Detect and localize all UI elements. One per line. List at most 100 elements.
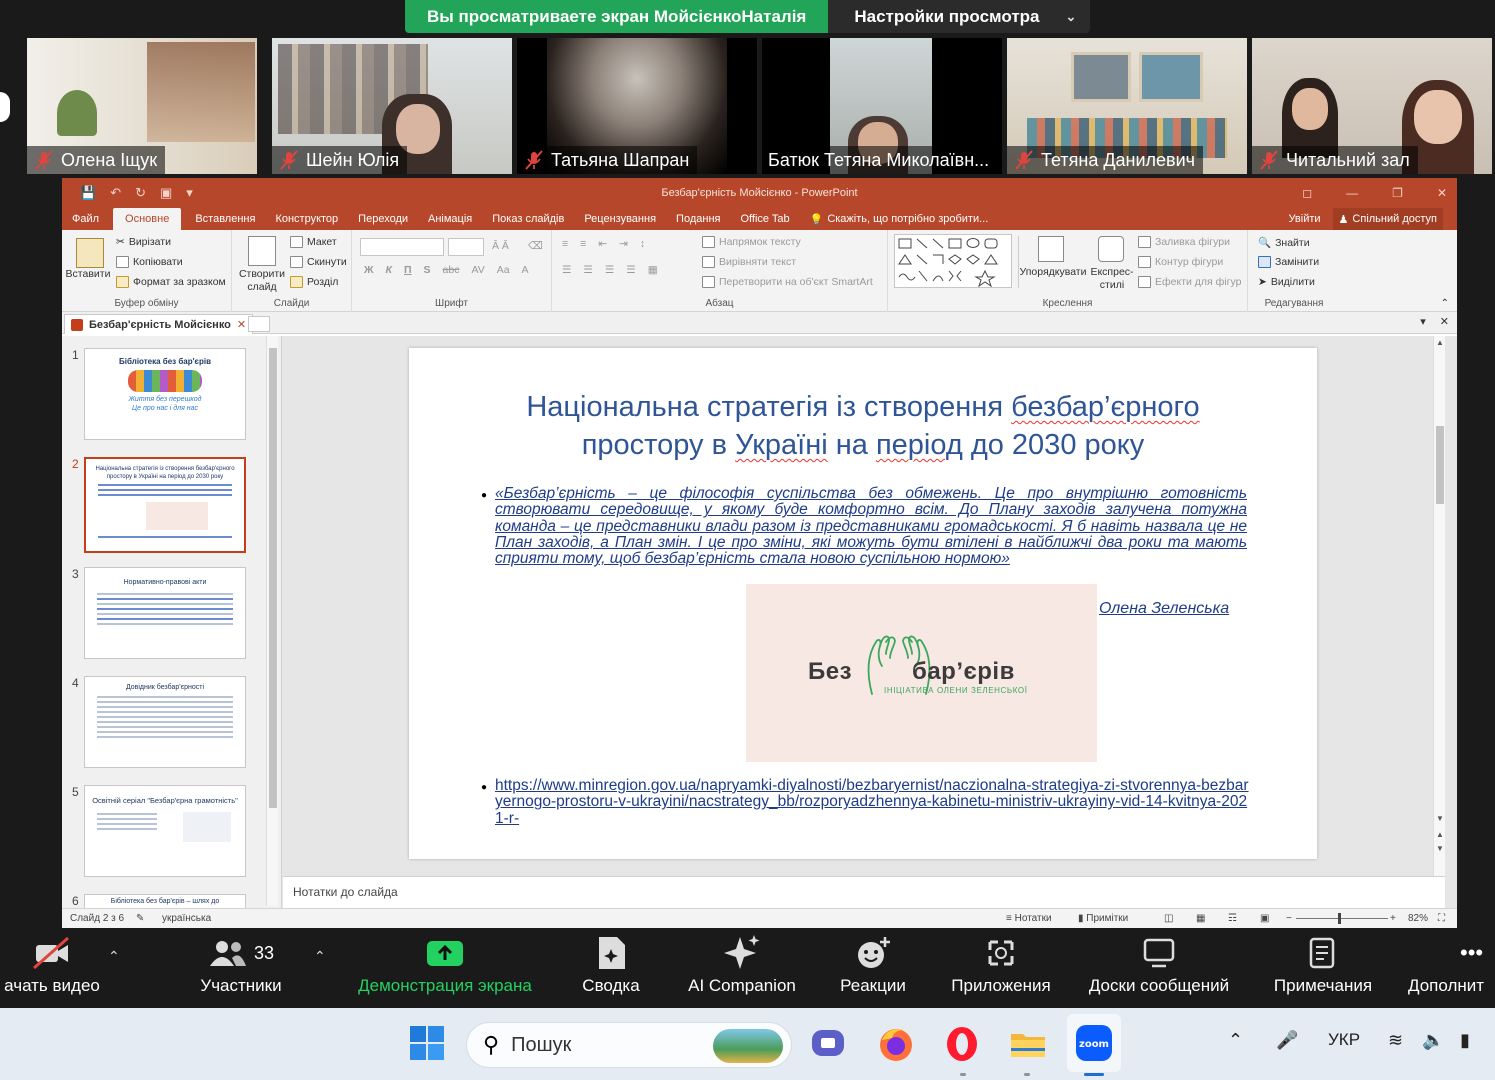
participants-caret-icon[interactable]: ⌃ bbox=[314, 948, 326, 965]
zoom-percent[interactable]: 82% bbox=[1408, 913, 1428, 924]
view-options-button[interactable]: Настройки просмотра ⌄ bbox=[828, 0, 1091, 33]
tab-slideshow[interactable]: Показ слайдів bbox=[482, 208, 574, 230]
font-color-icon[interactable]: A bbox=[522, 264, 529, 276]
tab-file[interactable]: Файл bbox=[62, 208, 109, 230]
document-tab[interactable]: Безбар'єрність Мойсієнко ✕ bbox=[64, 314, 254, 334]
fit-to-window-icon[interactable]: ⛶ bbox=[1438, 913, 1445, 924]
tell-me-box[interactable]: 💡 Скажіть, що потрібно зробити... bbox=[800, 208, 999, 230]
quick-styles-button[interactable]: Експрес-стилі bbox=[1084, 266, 1140, 292]
start-video-button[interactable]: ачать видео bbox=[0, 930, 104, 1008]
undo-icon[interactable]: ↶ bbox=[110, 185, 121, 201]
underline-button[interactable]: П bbox=[404, 264, 412, 276]
wifi-icon[interactable]: ≋ bbox=[1388, 1030, 1403, 1051]
scrollbar-thumb[interactable] bbox=[1436, 426, 1444, 504]
maximize-icon[interactable]: ❐ bbox=[1392, 186, 1403, 200]
justify-icon[interactable]: ☰ bbox=[626, 264, 635, 276]
font-size-input[interactable] bbox=[448, 238, 484, 256]
apps-button[interactable]: Приложения bbox=[944, 930, 1058, 1008]
shadow-button[interactable]: S bbox=[424, 264, 431, 276]
tab-list-icon[interactable]: ▾ bbox=[1420, 315, 1426, 328]
shapes-scroll[interactable] bbox=[1018, 236, 1028, 288]
arrange-button[interactable]: Упорядкувати bbox=[1018, 266, 1088, 278]
scroll-up-icon[interactable]: ▲ bbox=[1436, 338, 1444, 347]
input-language[interactable]: УКР bbox=[1328, 1030, 1360, 1050]
notes-toggle[interactable]: ≡ Нотатки bbox=[1006, 913, 1052, 924]
show-hidden-icons[interactable]: ⌃ bbox=[1228, 1030, 1243, 1051]
select-button[interactable]: ➤ Виділити bbox=[1258, 276, 1315, 288]
taskbar-app-opera[interactable] bbox=[942, 1024, 982, 1064]
whiteboards-button[interactable]: Доски сообщений bbox=[1080, 930, 1238, 1008]
video-tile[interactable]: Татьяна Шапран bbox=[517, 38, 757, 174]
taskbar-app-explorer[interactable] bbox=[1008, 1024, 1048, 1064]
sign-in-link[interactable]: Увійти bbox=[1289, 213, 1321, 225]
align-center-icon[interactable]: ☰ bbox=[583, 264, 592, 276]
tab-transitions[interactable]: Переходи bbox=[348, 208, 418, 230]
zoom-in-icon[interactable]: + bbox=[1390, 913, 1396, 924]
find-button[interactable]: 🔍 Знайти bbox=[1258, 236, 1310, 250]
customize-qat-icon[interactable]: ▾ bbox=[186, 185, 193, 201]
clear-format-icon[interactable]: ⌫ bbox=[528, 240, 543, 252]
microphone-icon[interactable]: 🎤 bbox=[1276, 1030, 1298, 1051]
ai-companion-button[interactable]: AI Companion bbox=[680, 930, 804, 1008]
tab-office-tab[interactable]: Office Tab bbox=[730, 208, 799, 230]
reset-button[interactable]: Скинути bbox=[290, 256, 347, 268]
smartart-button[interactable]: Перетворити на об'єкт SmartArt bbox=[702, 276, 873, 288]
start-button[interactable] bbox=[408, 1024, 448, 1064]
next-slide-icon[interactable]: ▼ bbox=[1436, 844, 1444, 853]
zoom-out-icon[interactable]: − bbox=[1286, 913, 1292, 924]
slide-quote[interactable]: «Безбар’єрність – це філософія суспільст… bbox=[495, 485, 1247, 567]
copy-button[interactable]: Копіювати bbox=[116, 256, 183, 268]
tab-animations[interactable]: Анімація bbox=[418, 208, 482, 230]
proofing-icon[interactable]: ✎ bbox=[136, 913, 144, 924]
format-painter-button[interactable]: Формат за зразком bbox=[116, 276, 226, 288]
share-button[interactable]: ♟ Спільний доступ bbox=[1332, 208, 1443, 230]
taskbar-app-chat[interactable] bbox=[808, 1024, 848, 1064]
strikethrough-button[interactable]: abc bbox=[443, 264, 460, 276]
new-tab-button[interactable] bbox=[248, 316, 270, 332]
thumbnails-scrollbar[interactable] bbox=[266, 336, 278, 906]
thumbnail[interactable]: Довідник безбар'єрності bbox=[84, 676, 246, 768]
comments-toggle[interactable]: ▮ Примітки bbox=[1078, 913, 1128, 924]
close-tab-icon[interactable]: ✕ bbox=[237, 318, 246, 331]
zoom-slider-knob[interactable] bbox=[1338, 913, 1341, 924]
normal-view-icon[interactable]: ◫ bbox=[1164, 913, 1173, 924]
video-tile[interactable]: Батюк Тетяна Миколаївн... bbox=[762, 38, 1002, 174]
reading-view-icon[interactable]: ☶ bbox=[1228, 913, 1237, 924]
share-screen-button[interactable]: Демонстрация экрана bbox=[348, 930, 542, 1008]
new-slide-button[interactable]: Створити слайд bbox=[236, 268, 288, 294]
minregion-link[interactable]: https://www.minregion.gov.ua/napryamki-d… bbox=[495, 777, 1255, 827]
tab-design[interactable]: Конструктор bbox=[265, 208, 348, 230]
bez-barieriv-logo[interactable]: Без бар’єрів ІНІЦІАТИВА ОЛЕНИ ЗЕЛЕНСЬКОЇ bbox=[746, 584, 1097, 762]
align-left-icon[interactable]: ☰ bbox=[562, 264, 571, 276]
shapes-gallery[interactable] bbox=[894, 234, 1012, 288]
decrease-indent-icon[interactable]: ⇤ bbox=[598, 238, 607, 250]
side-panel-handle[interactable] bbox=[0, 92, 10, 122]
close-icon[interactable]: ✕ bbox=[1437, 186, 1447, 200]
video-tile[interactable]: Тетяна Данилевич bbox=[1007, 38, 1247, 174]
reactions-button[interactable]: Реакции bbox=[834, 930, 912, 1008]
replace-button[interactable]: Замінити bbox=[1258, 256, 1319, 268]
summary-button[interactable]: Сводка bbox=[574, 930, 648, 1008]
increase-indent-icon[interactable]: ⇥ bbox=[619, 238, 628, 250]
bold-button[interactable]: Ж bbox=[364, 264, 374, 276]
char-spacing-icon[interactable]: AV bbox=[471, 264, 484, 276]
paste-button[interactable]: Вставити bbox=[66, 268, 111, 280]
quote-author[interactable]: Олена Зеленська bbox=[1099, 600, 1229, 618]
thumbnail[interactable]: Освітній серіал "Безбар'єрна грамотність… bbox=[84, 785, 246, 877]
thumbnail[interactable]: Нормативно-правові акти bbox=[84, 567, 246, 659]
text-direction-button[interactable]: Напрямок тексту bbox=[702, 236, 801, 248]
video-options-caret-icon[interactable]: ⌃ bbox=[108, 948, 120, 965]
taskbar-search[interactable]: ⚲ Пошук bbox=[466, 1022, 792, 1068]
layout-button[interactable]: Макет bbox=[290, 236, 337, 248]
slide-title[interactable]: Національна стратегія із створення безба… bbox=[449, 388, 1277, 464]
align-right-icon[interactable]: ☰ bbox=[605, 264, 614, 276]
change-case-icon[interactable]: Aa bbox=[497, 264, 510, 276]
line-spacing-icon[interactable]: ↕ bbox=[640, 238, 645, 250]
shape-effects-button[interactable]: Ефекти для фігур bbox=[1138, 276, 1241, 288]
battery-icon[interactable]: ▮ bbox=[1460, 1030, 1470, 1051]
cut-button[interactable]: ✂ Вирізати bbox=[116, 236, 171, 248]
slide-scrollbar[interactable]: ▲ ▼ ▲ ▼ bbox=[1433, 336, 1445, 876]
font-grow-icon[interactable]: Â Ǎ bbox=[492, 240, 509, 252]
thumbnail[interactable]: Бібліотека без бар'єрів Життя без перешк… bbox=[84, 348, 246, 440]
minimize-icon[interactable]: — bbox=[1346, 186, 1358, 200]
